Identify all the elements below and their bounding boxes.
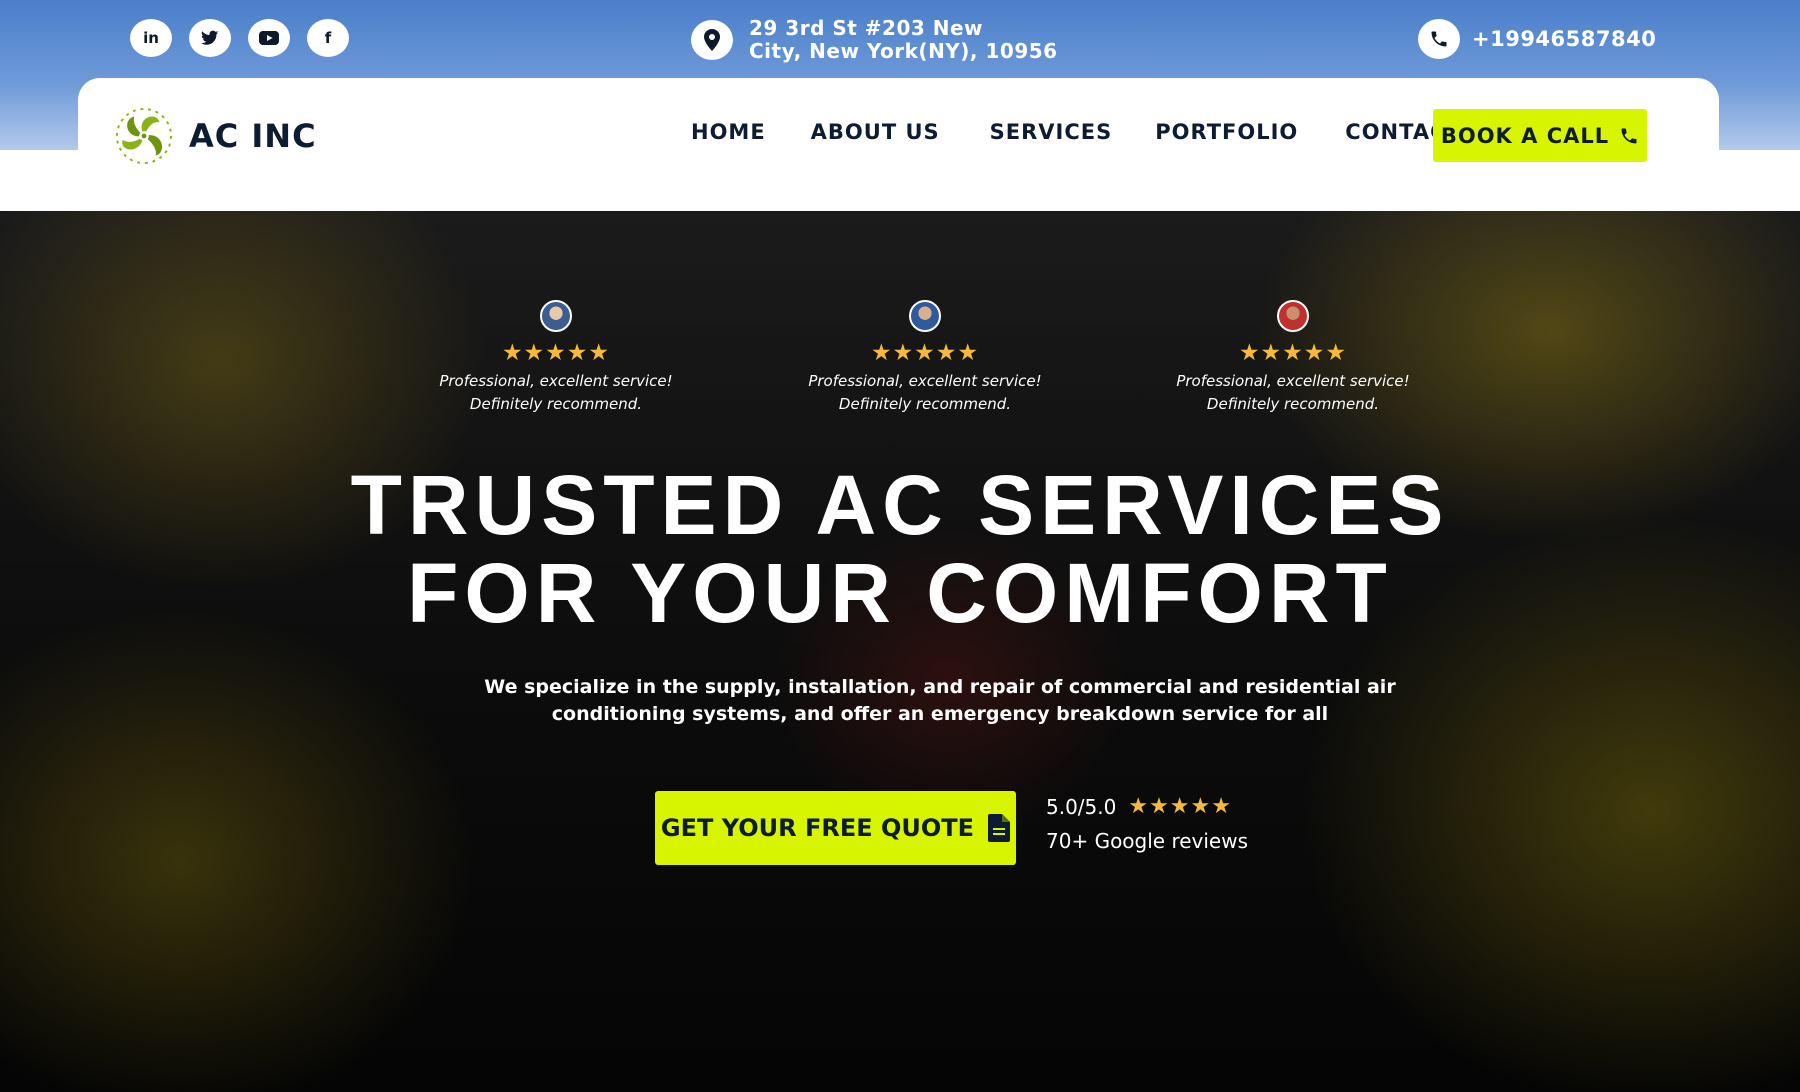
free-quote-button[interactable]: GET YOUR FREE QUOTE (655, 791, 1016, 865)
facebook-icon[interactable]: f (307, 19, 349, 57)
free-quote-label: GET YOUR FREE QUOTE (660, 814, 975, 842)
reviewer-avatar (1277, 300, 1309, 332)
review-stars: ★★★★★ (1238, 340, 1348, 366)
social-links: in f (130, 19, 349, 57)
review-stars: ★★★★★ (501, 340, 611, 366)
review-card: ★★★★★ Professional, excellent service! D… (795, 300, 1055, 416)
book-a-call-label: BOOK A CALL (1440, 123, 1610, 148)
review-text-line-1: Professional, excellent service! (439, 372, 673, 390)
review-card: ★★★★★ Professional, excellent service! D… (426, 300, 686, 416)
hero-subtext: We specialize in the supply, installatio… (470, 674, 1410, 728)
subtext-line-1: We specialize in the supply, installatio… (484, 676, 1396, 698)
main-menu: HOME ABOUT US SERVICES PORTFOLIO CONTACT (691, 120, 1462, 144)
address-block: 29 3rd St #203 New City, New York(NY), 1… (691, 17, 1058, 63)
phone-number[interactable]: +19946587840 (1472, 27, 1656, 51)
phone-block[interactable]: +19946587840 (1418, 19, 1656, 59)
fan-logo-icon (115, 107, 173, 165)
nav-about-us[interactable]: ABOUT US (811, 120, 940, 144)
review-text-line-2: Definitely recommend. (469, 395, 643, 413)
phone-icon (1621, 128, 1637, 143)
youtube-icon[interactable] (248, 19, 290, 57)
nav-portfolio[interactable]: PORTFOLIO (1155, 120, 1298, 144)
phone-icon (1418, 19, 1460, 59)
review-text-line-1: Professional, excellent service! (1176, 372, 1410, 390)
rating-count: 70+ Google reviews (1046, 829, 1249, 853)
twitter-icon[interactable] (189, 19, 231, 57)
reviewer-avatar (540, 300, 572, 332)
review-text-line-2: Definitely recommend. (1206, 395, 1380, 413)
brand-logo[interactable]: AC INC (115, 107, 317, 165)
review-text-line-2: Definitely recommend. (838, 395, 1012, 413)
review-card: ★★★★★ Professional, excellent service! D… (1163, 300, 1423, 416)
brand-name: AC INC (189, 117, 317, 155)
address-line-1: 29 3rd St #203 New (749, 16, 984, 40)
book-a-call-button[interactable]: BOOK A CALL (1433, 109, 1647, 162)
address-line-2: City, New York(NY), 10956 (749, 39, 1058, 63)
headline-line-1: TRUSTED AC SERVICES (350, 458, 1450, 552)
headline-line-2: FOR YOUR COMFORT (407, 546, 1393, 640)
reviewer-avatar (909, 300, 941, 332)
linkedin-icon[interactable]: in (130, 19, 172, 57)
nav-services[interactable]: SERVICES (990, 120, 1113, 144)
review-stars: ★★★★★ (870, 340, 980, 366)
review-text-line-1: Professional, excellent service! (808, 372, 1042, 390)
rating-value: 5.0/5.0 (1046, 794, 1117, 819)
nav-home[interactable]: HOME (691, 120, 766, 144)
hero-headline: TRUSTED AC SERVICES FOR YOUR COMFORT (0, 461, 1800, 637)
location-pin-icon (691, 20, 733, 60)
rating-stars: ★★★★★ (1128, 794, 1232, 819)
google-rating: 5.0/5.0 ★★★★★ 70+ Google reviews (1046, 794, 1248, 853)
subtext-line-2: conditioning systems, and offer an emerg… (551, 703, 1329, 725)
hero-section: ★★★★★ Professional, excellent service! D… (0, 211, 1800, 1092)
document-icon (988, 814, 1011, 842)
